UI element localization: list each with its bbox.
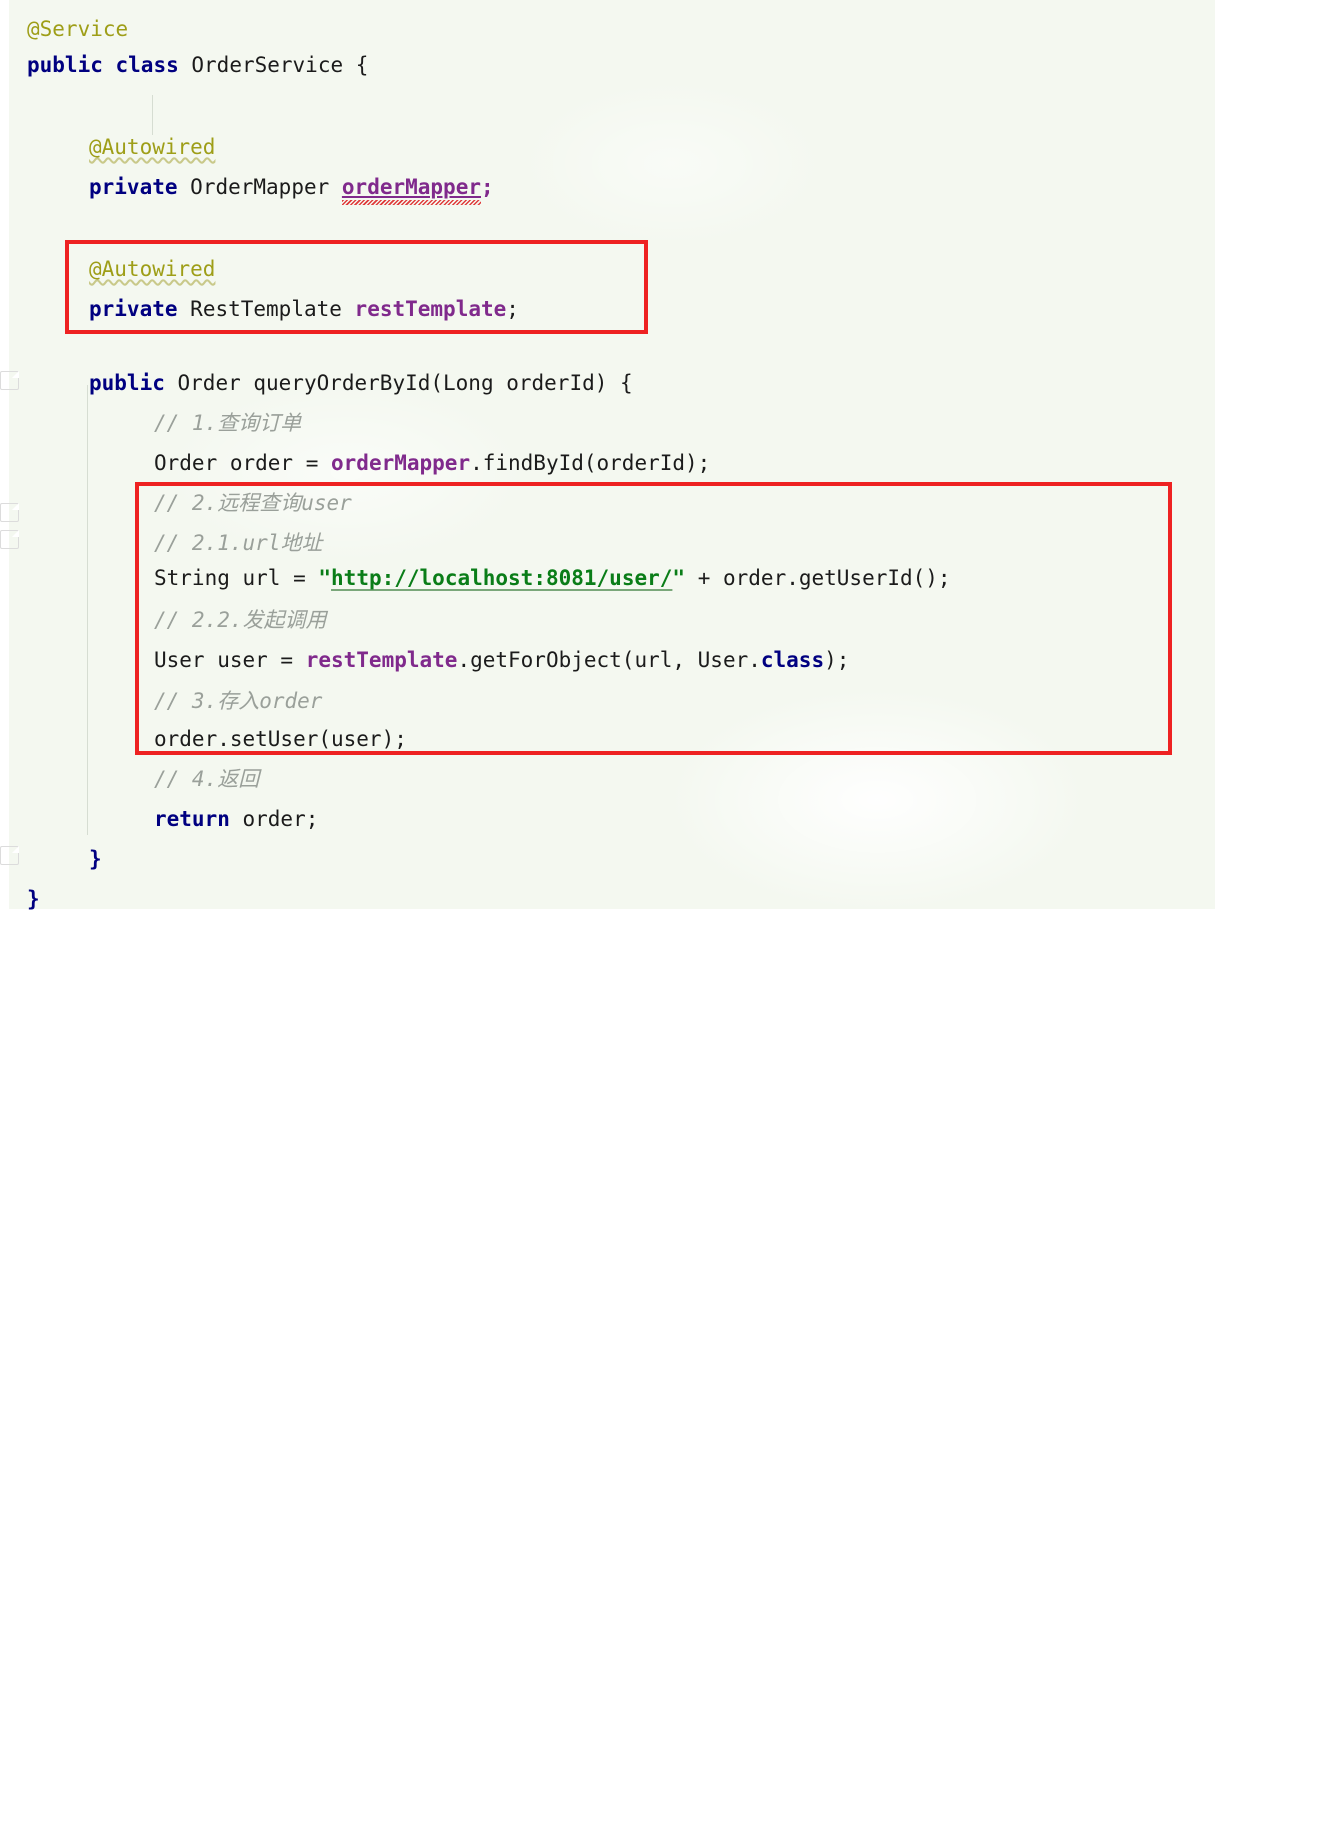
field-ordermapper: orderMapper [331,451,471,475]
code-line-20: // 4.返回 [9,760,1333,800]
annotation-service: @Service [27,17,129,41]
code-line-5: private OrderMapper orderMapper; [9,168,1295,208]
code-line-11: // 1.查询订单 [9,404,1333,444]
return-expression: order; [229,807,319,831]
open-brace: { [355,53,369,77]
method-signature: Order queryOrderById(Long orderId) { [177,371,633,395]
order-assign-prefix: Order order = [154,451,332,475]
semicolon: ; [480,175,494,199]
code-line-22: } [9,840,1295,880]
code-line-23: } [9,880,1233,920]
remote-call-block-highlight [135,482,1172,755]
findbyid-call: .findById(orderId); [470,451,711,475]
keyword-private: private [89,175,178,199]
code-screenshot: @Service public class OrderService { @Au… [0,0,1333,923]
class-close-brace: } [27,887,40,911]
code-line-10: public Order queryOrderById(Long orderId… [9,364,1295,404]
code-line-12: Order order = orderMapper.findById(order… [9,444,1333,484]
keyword-public: public [89,371,165,395]
keyword-return: return [154,807,230,831]
rest-template-field-highlight [65,240,648,334]
comment-query-order: // 1.查询订单 [154,411,302,435]
keyword-public: public [27,53,103,77]
method-close-brace: } [89,847,102,871]
code-line-2: public class OrderService { [9,46,1233,86]
field-ordermapper: orderMapper [341,175,481,199]
code-text[interactable]: @Service public class OrderService { @Au… [9,0,1215,911]
class-name: OrderService [191,53,344,77]
code-editor-pane[interactable]: @Service public class OrderService { @Au… [0,0,1215,911]
comment-return: // 4.返回 [154,767,260,791]
keyword-class: class [115,53,179,77]
type-ordermapper: OrderMapper [190,175,330,199]
code-line-21: return order; [9,800,1333,840]
code-line-1: @Service [9,10,1233,50]
code-line-4: @Autowired [9,128,1295,168]
annotation-autowired: @Autowired [89,135,216,159]
